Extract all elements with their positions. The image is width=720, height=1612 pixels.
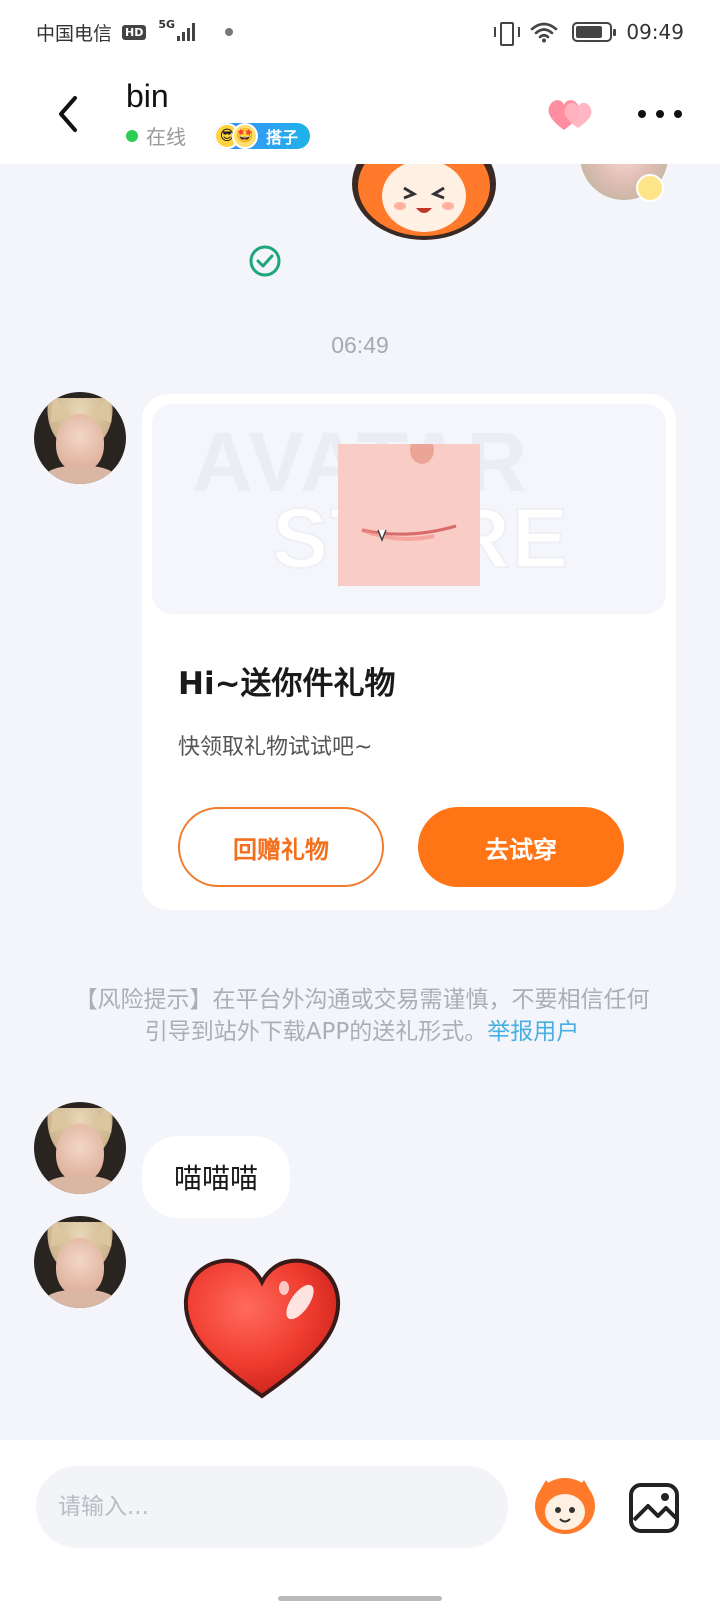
contact-avatar[interactable]	[34, 1216, 126, 1308]
image-picker-icon[interactable]	[626, 1480, 682, 1536]
chevron-left-icon	[59, 96, 77, 132]
more-options-button[interactable]	[630, 94, 690, 134]
read-check-icon	[249, 245, 281, 277]
network-type: 5G	[158, 17, 176, 31]
star-eyes-emoji-icon: 🤩	[232, 122, 258, 149]
status-bar-left: 中国电信 HD 5G	[36, 17, 234, 46]
heart-sticker-icon[interactable]	[178, 1250, 346, 1402]
status-bar-right: 09:49	[494, 20, 684, 46]
message-timestamp: 06:49	[331, 332, 389, 358]
hd-badge: HD	[122, 24, 147, 40]
clock: 09:49	[626, 20, 684, 44]
contact-avatar[interactable]	[34, 392, 126, 484]
gift-subtitle: 快领取礼物试试吧~	[178, 735, 373, 760]
avatar-badge-icon	[636, 174, 664, 202]
vibrate-icon	[494, 21, 521, 46]
gift-card[interactable]: AVATAR STORE Hi~送你件礼物 快领取礼物试试吧~ 回赠礼物 去试穿	[142, 394, 676, 910]
message-input-bar	[0, 1440, 720, 1612]
tag-label: 搭子	[266, 127, 299, 147]
return-gift-button[interactable]: 回赠礼物	[178, 807, 384, 887]
gift-item-image	[338, 444, 480, 586]
contact-name: bin	[126, 78, 169, 114]
gift-title: Hi~送你件礼物	[178, 666, 396, 702]
tag-emojis: 😎 🤩	[214, 122, 258, 149]
status-bar: 中国电信 HD 5G 09:49	[0, 0, 720, 64]
chat-area[interactable]: 06:49 AVATAR STORE Hi~送你件礼物 快领取礼物试试吧~ 回赠…	[0, 164, 720, 1440]
double-heart-icon	[548, 100, 592, 130]
risk-notice: 【风险提示】在平台外沟通或交易需谨慎，不要相信任何引导到站外下载APP的送礼形式…	[72, 984, 652, 1048]
intimacy-button[interactable]	[544, 94, 600, 134]
gift-preview[interactable]: AVATAR STORE	[152, 404, 666, 614]
relationship-tag[interactable]: 😎 🤩 搭子	[214, 122, 311, 149]
contact-meta: 在线 😎 🤩 搭子	[126, 121, 311, 150]
online-dot-icon	[126, 129, 138, 142]
online-status: 在线	[146, 125, 186, 149]
report-user-link[interactable]: 举报用户	[487, 1019, 579, 1045]
gift-actions: 回赠礼物 去试穿	[178, 807, 666, 887]
signal-icon	[177, 23, 196, 41]
home-indicator[interactable]	[278, 1596, 442, 1601]
back-button[interactable]	[38, 84, 98, 144]
more-dots-icon	[638, 110, 646, 118]
message-input[interactable]	[36, 1466, 508, 1548]
text-message-bubble[interactable]: 喵喵喵	[142, 1136, 291, 1218]
try-on-button[interactable]: 去试穿	[418, 807, 624, 887]
contact-info[interactable]: bin 在线 😎 🤩 搭子	[126, 78, 311, 150]
mascot-sticker	[352, 164, 496, 240]
contact-avatar[interactable]	[34, 1102, 126, 1194]
carrier-label: 中国电信	[36, 22, 113, 45]
wifi-icon	[531, 22, 558, 43]
battery-icon	[572, 22, 617, 42]
notification-dot-icon	[225, 28, 234, 36]
chat-header: bin 在线 😎 🤩 搭子	[0, 64, 720, 164]
mascot-sticker-icon[interactable]	[532, 1476, 598, 1538]
